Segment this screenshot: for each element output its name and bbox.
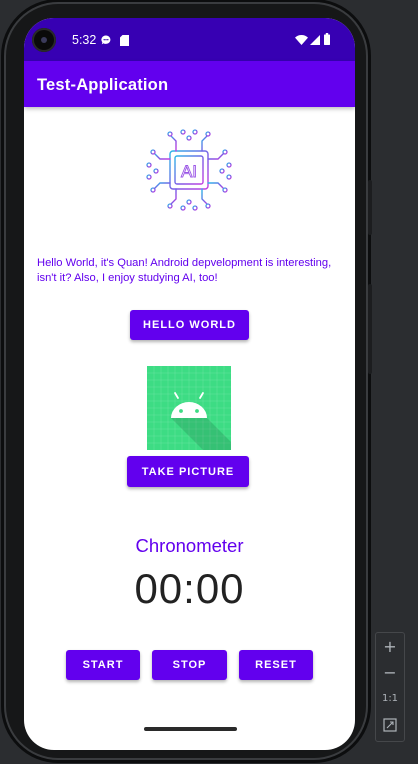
- chronometer-label: Chronometer: [135, 535, 244, 556]
- front-camera: [32, 28, 56, 52]
- reset-button[interactable]: RESET: [239, 650, 313, 680]
- status-time: 5:32: [72, 33, 97, 47]
- chat-bubble-icon: [101, 35, 111, 45]
- status-bar: 5:32: [24, 18, 355, 61]
- zoom-in-button[interactable]: +: [376, 637, 404, 656]
- app-title: Test-Application: [37, 76, 169, 94]
- home-gesture-bar[interactable]: [144, 727, 237, 731]
- actual-size-button[interactable]: 1:1: [376, 693, 404, 704]
- phone-frame: 5:32 Test-Application AI Hello World, it…: [4, 2, 372, 760]
- wifi-icon: [295, 35, 308, 45]
- ai-chip-logo: AI: [146, 129, 232, 211]
- hello-world-button[interactable]: HELLO WORLD: [130, 310, 249, 340]
- stop-button[interactable]: STOP: [152, 650, 227, 680]
- chronometer-display: 00:00: [134, 565, 245, 612]
- app-bar: Test-Application: [24, 61, 355, 107]
- device-screen: 5:32 Test-Application AI Hello World, it…: [24, 18, 355, 750]
- sd-card-icon: [120, 35, 129, 46]
- take-picture-button[interactable]: TAKE PICTURE: [127, 456, 249, 487]
- fit-screen-icon[interactable]: [383, 718, 397, 732]
- start-button[interactable]: START: [66, 650, 140, 680]
- battery-icon: [324, 33, 330, 45]
- power-button[interactable]: [368, 180, 372, 235]
- android-placeholder-image: [147, 366, 231, 450]
- volume-button[interactable]: [368, 284, 372, 374]
- emulator-zoom-panel: + − 1:1: [375, 632, 405, 742]
- zoom-out-button[interactable]: −: [376, 663, 404, 682]
- hello-text: Hello World, it's Quan! Android depvelop…: [37, 257, 332, 284]
- cell-signal-icon: [310, 35, 320, 45]
- logo-text: AI: [181, 162, 197, 181]
